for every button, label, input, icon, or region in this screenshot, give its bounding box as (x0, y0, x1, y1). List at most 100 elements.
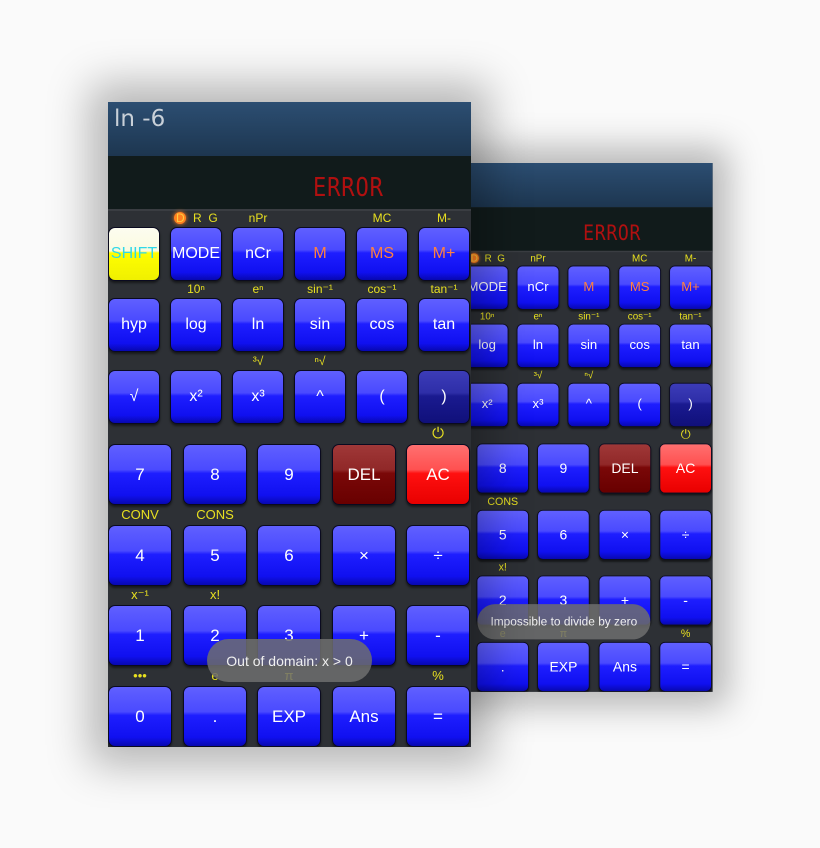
key-x[interactable]: x³ (232, 370, 284, 424)
key-7[interactable]: 7 (108, 444, 172, 505)
key-minus[interactable]: - (406, 605, 470, 666)
toast-message: Impossible to divide by zero (477, 604, 651, 640)
key-alt-label: x! (209, 587, 221, 602)
key-decimal[interactable]: . (183, 686, 247, 747)
key-ans[interactable]: Ans (332, 686, 396, 747)
key-ln[interactable]: ln (232, 298, 284, 352)
key-sin[interactable]: sin (294, 298, 346, 352)
key-alt-label: D R G (466, 252, 509, 264)
key-multiply[interactable]: × (598, 509, 652, 560)
key-log[interactable]: log (465, 323, 509, 368)
result-text: ERROR (313, 173, 384, 203)
key-m[interactable]: M (567, 265, 611, 310)
key-x[interactable]: x² (465, 382, 509, 428)
key-ln[interactable]: ln (516, 323, 560, 368)
angle-mode-g[interactable]: G (208, 211, 217, 225)
key-ncr[interactable]: nCr (516, 265, 560, 310)
key-open-paren[interactable]: ( (356, 370, 408, 424)
angle-mode-r[interactable]: R (485, 252, 492, 263)
key-alt-label: % (432, 668, 444, 683)
key-5[interactable]: 5 (476, 509, 529, 560)
key-9[interactable]: 9 (537, 443, 590, 494)
key-alt-label: M- (437, 211, 451, 225)
key-alt-label: cos⁻¹ (367, 282, 397, 296)
key-divide[interactable]: ÷ (406, 525, 470, 586)
key-alt-label: eⁿ (533, 310, 543, 323)
key-power[interactable]: ^ (567, 382, 611, 428)
key-alt-label: sin⁻¹ (578, 310, 600, 323)
key-exp[interactable]: EXP (257, 686, 321, 747)
key-alt-label: nPr (248, 211, 268, 225)
key-m[interactable]: M (294, 227, 346, 281)
key-close-paren[interactable]: ) (418, 370, 470, 424)
key-alt-label: CONV (121, 507, 159, 522)
key-ac[interactable]: AC (406, 444, 470, 505)
key-tan[interactable]: tan (418, 298, 470, 352)
key-5[interactable]: 5 (183, 525, 247, 586)
key-decimal[interactable]: . (476, 641, 529, 692)
key-m[interactable]: M+ (669, 265, 712, 310)
key-close-paren[interactable]: ) (669, 382, 712, 428)
key-9[interactable]: 9 (257, 444, 321, 505)
key-del[interactable]: DEL (598, 443, 652, 494)
key-6[interactable]: 6 (257, 525, 321, 586)
key-alt-label: cos⁻¹ (627, 310, 652, 323)
title-bar: ln -6 (108, 102, 471, 156)
key-alt-label: M- (684, 252, 697, 264)
key-8[interactable]: 8 (476, 443, 529, 494)
key-sin[interactable]: sin (567, 323, 611, 368)
key-ncr[interactable]: nCr (232, 227, 284, 281)
key-1[interactable]: 1 (108, 605, 172, 666)
key-0[interactable]: 0 (108, 686, 172, 747)
key-x[interactable]: x³ (516, 382, 560, 428)
key-alt-label: ⁿ√ (314, 354, 326, 368)
key-mode[interactable]: MODE (465, 265, 509, 310)
key-tan[interactable]: tan (669, 323, 712, 368)
key-alt-label: CONS (487, 495, 519, 508)
key-log[interactable]: log (170, 298, 222, 352)
key-mode[interactable]: MODE (170, 227, 222, 281)
key-alt-label: ³√ (252, 354, 264, 368)
key-8[interactable]: 8 (183, 444, 247, 505)
calculator-screen-front: ln -6 ERROR SHIFT D R G MODE nPr nCr M MC MS M- M+ h… (108, 102, 471, 747)
key-del[interactable]: DEL (332, 444, 396, 505)
key-ms[interactable]: MS (618, 265, 661, 310)
key-alt-label: % (680, 627, 691, 640)
key-m[interactable]: M+ (418, 227, 470, 281)
key-equals[interactable]: = (406, 686, 470, 747)
key-4[interactable]: 4 (108, 525, 172, 586)
result-text: ERROR (583, 221, 642, 246)
key-alt-label: CONS (196, 507, 234, 522)
key-exp[interactable]: EXP (537, 641, 590, 692)
key-alt-label: 10ⁿ (187, 282, 205, 296)
angle-mode-d[interactable]: D (174, 212, 187, 224)
key-hyp[interactable]: hyp (108, 298, 160, 352)
result-display: ERROR (108, 156, 471, 211)
key-cos[interactable]: cos (356, 298, 408, 352)
key-6[interactable]: 6 (537, 509, 590, 560)
key-ms[interactable]: MS (356, 227, 408, 281)
key-alt-label: MC (372, 211, 392, 225)
key-equals[interactable]: = (659, 641, 712, 692)
key-alt-label: D R G (170, 211, 222, 225)
key-shift[interactable]: SHIFT (108, 227, 160, 281)
key-alt-label: ••• (133, 668, 147, 683)
key-power[interactable]: ^ (294, 370, 346, 424)
key-multiply[interactable]: × (332, 525, 396, 586)
angle-mode-r[interactable]: R (193, 211, 202, 225)
key-minus[interactable]: - (659, 575, 712, 626)
angle-mode-g[interactable]: G (497, 252, 505, 263)
key-alt-label: sin⁻¹ (307, 282, 333, 296)
key-alt-label: x⁻¹ (131, 587, 149, 602)
key-open-paren[interactable]: ( (618, 382, 661, 428)
key-cos[interactable]: cos (618, 323, 661, 368)
key-ac[interactable]: AC (659, 443, 712, 494)
key-x[interactable]: x² (170, 370, 222, 424)
key-divide[interactable]: ÷ (659, 509, 712, 560)
power-icon: ⏻ (432, 425, 444, 442)
key-alt-label: tan⁻¹ (430, 282, 458, 296)
key-alt-label: 10ⁿ (479, 310, 495, 323)
key-sqrt[interactable]: √ (108, 370, 160, 424)
key-ans[interactable]: Ans (598, 641, 652, 692)
key-alt-label: ³√ (533, 369, 543, 382)
